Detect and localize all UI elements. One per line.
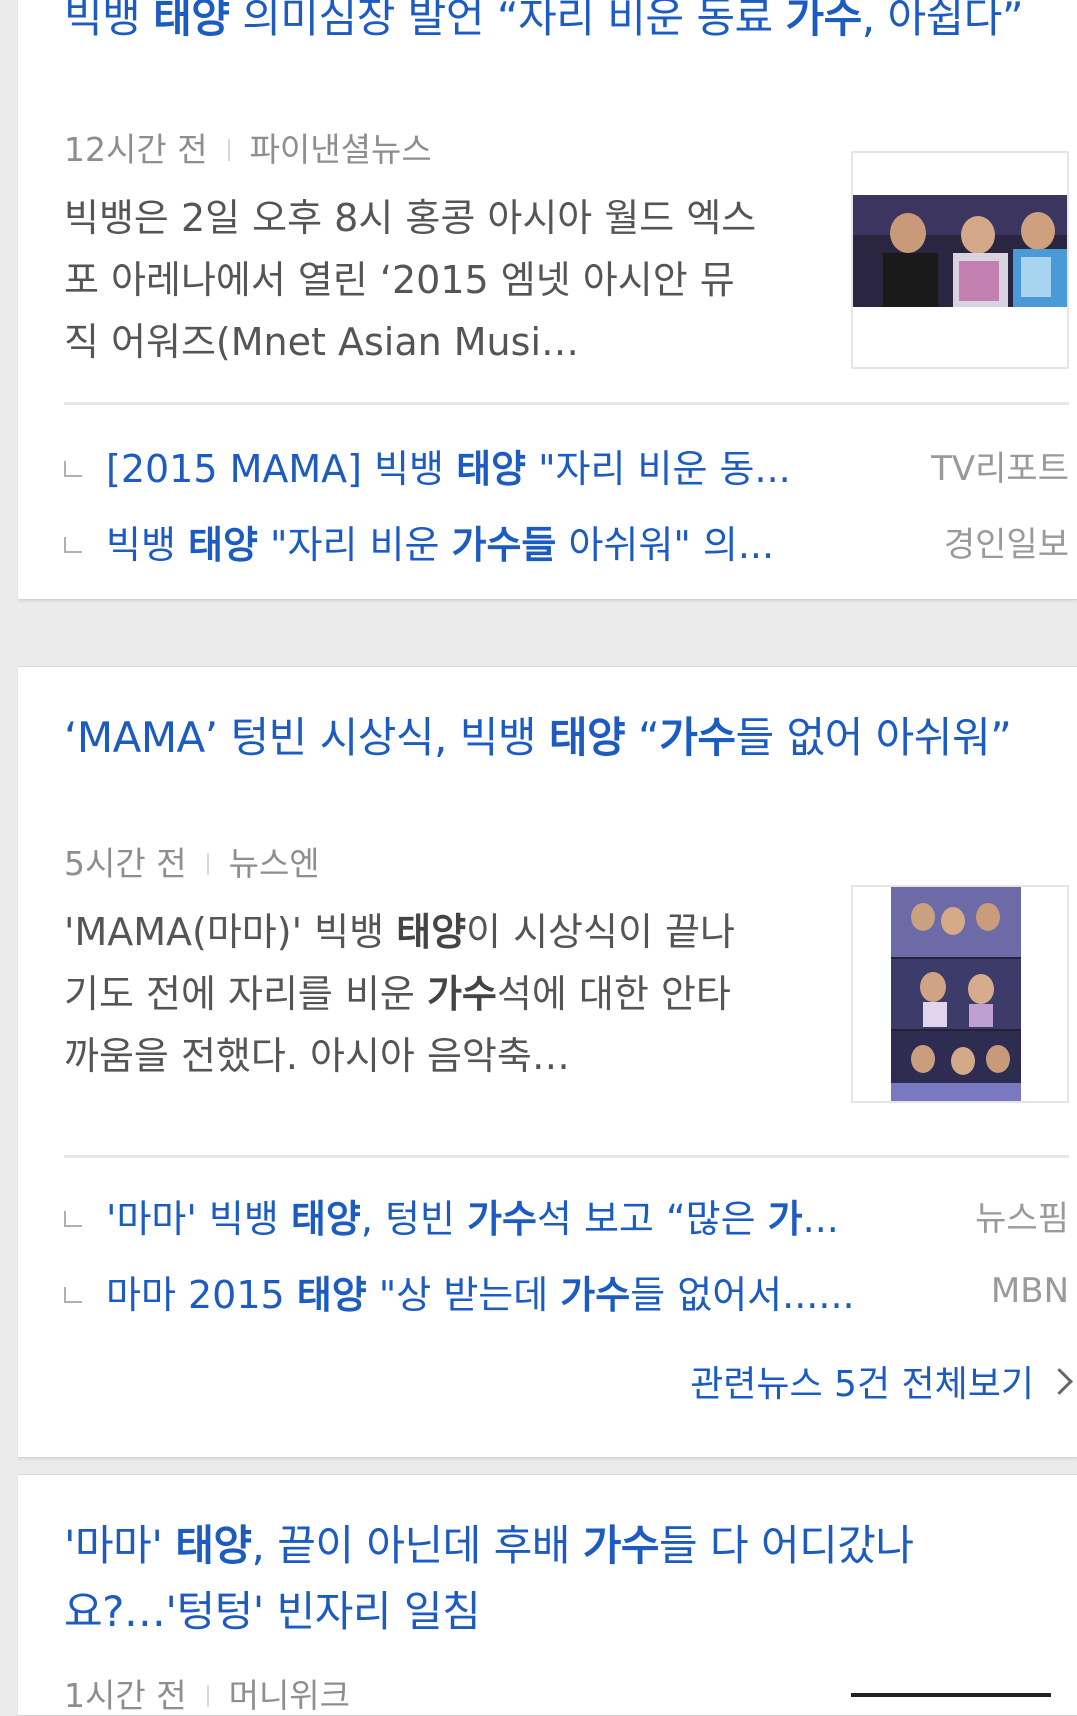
related-news-source: 경인일보 <box>943 524 1069 565</box>
meta-separator <box>206 852 209 875</box>
news-card-2: ‘MAMA’ 텅빈 시상식, 빅뱅 태양 “가수들 없어 아쉬워” 5시간 전뉴… <box>18 666 1077 1458</box>
article-title[interactable]: 빅뱅 태양 의미심장 발언 “자리 비운 동료 가수, 아쉽다” <box>64 0 1044 51</box>
article-meta: 5시간 전 뉴스엔 <box>64 837 320 885</box>
divider <box>64 402 1069 405</box>
article-meta: 1시간 전 머니위크 <box>64 1669 350 1715</box>
view-all-related-link[interactable]: 관련뉴스 5건 전체보기 <box>690 1355 1073 1407</box>
article-source: 뉴스엔 <box>228 844 320 883</box>
article-title[interactable]: '마마' 태양, 끝이 아닌데 후배 가수들 다 어디갔나요?…'텅텅' 빈자리… <box>64 1513 1044 1645</box>
related-news-source: MBN <box>990 1271 1069 1311</box>
related-news-source: TV리포트 <box>931 448 1069 489</box>
article-time: 12시간 전 <box>64 130 208 169</box>
related-news-item[interactable]: [2015 MAMA] 빅뱅 태양 "자리 비운 동... TV리포트 <box>64 435 1069 495</box>
related-news-title: '마마' 빅뱅 태양, 텅빈 가수석 보고 “많은 가... <box>106 1196 839 1241</box>
article-time: 5시간 전 <box>64 844 187 883</box>
reply-corner-icon <box>64 1287 82 1303</box>
reply-corner-icon <box>64 461 82 477</box>
article-thumbnail[interactable] <box>851 151 1069 369</box>
article-title[interactable]: ‘MAMA’ 텅빈 시상식, 빅뱅 태양 “가수들 없어 아쉬워” <box>64 705 1044 771</box>
related-news-source: 뉴스핌 <box>975 1198 1069 1239</box>
article-meta: 12시간 전 파이낸셜뉴스 <box>64 123 432 171</box>
related-news-item[interactable]: '마마' 빅뱅 태양, 텅빈 가수석 보고 “많은 가... 뉴스핌 <box>64 1185 1069 1245</box>
meta-separator <box>227 138 230 161</box>
related-news-title: [2015 MAMA] 빅뱅 태양 "자리 비운 동... <box>106 446 791 491</box>
article-summary[interactable]: 'MAMA(마마)' 빅뱅 태양이 시상식이 끝나기도 전에 자리를 비운 가수… <box>64 901 764 1087</box>
related-news-title: 빅뱅 태양 "자리 비운 가수들 아쉬워" 의... <box>106 522 775 567</box>
article-source: 파이낸셜뉴스 <box>249 130 432 169</box>
reply-corner-icon <box>64 1211 82 1227</box>
news-card-1: 빅뱅 태양 의미심장 발언 “자리 비운 동료 가수, 아쉽다” 12시간 전 파… <box>18 0 1077 600</box>
related-news-title: 마마 2015 태양 "상 받는데 가수들 없어서...... <box>106 1272 855 1317</box>
related-news-item[interactable]: 마마 2015 태양 "상 받는데 가수들 없어서...... MBN <box>64 1261 1069 1321</box>
chevron-right-icon <box>1046 1367 1073 1395</box>
thumbnail-image <box>853 153 1067 367</box>
article-thumbnail[interactable] <box>851 885 1069 1103</box>
article-thumbnail-edge <box>851 1693 1051 1715</box>
article-summary[interactable]: 빅뱅은 2일 오후 8시 홍콩 아시아 월드 엑스포 아레나에서 열린 ‘201… <box>64 187 764 373</box>
reply-corner-icon <box>64 537 82 553</box>
view-all-label: 관련뉴스 5건 전체보기 <box>690 1364 1034 1405</box>
related-news-item[interactable]: 빅뱅 태양 "자리 비운 가수들 아쉬워" 의... 경인일보 <box>64 511 1069 571</box>
divider <box>64 1155 1069 1158</box>
news-card-3: '마마' 태양, 끝이 아닌데 후배 가수들 다 어디갔나요?…'텅텅' 빈자리… <box>18 1474 1077 1716</box>
thumbnail-image <box>853 887 1067 1101</box>
